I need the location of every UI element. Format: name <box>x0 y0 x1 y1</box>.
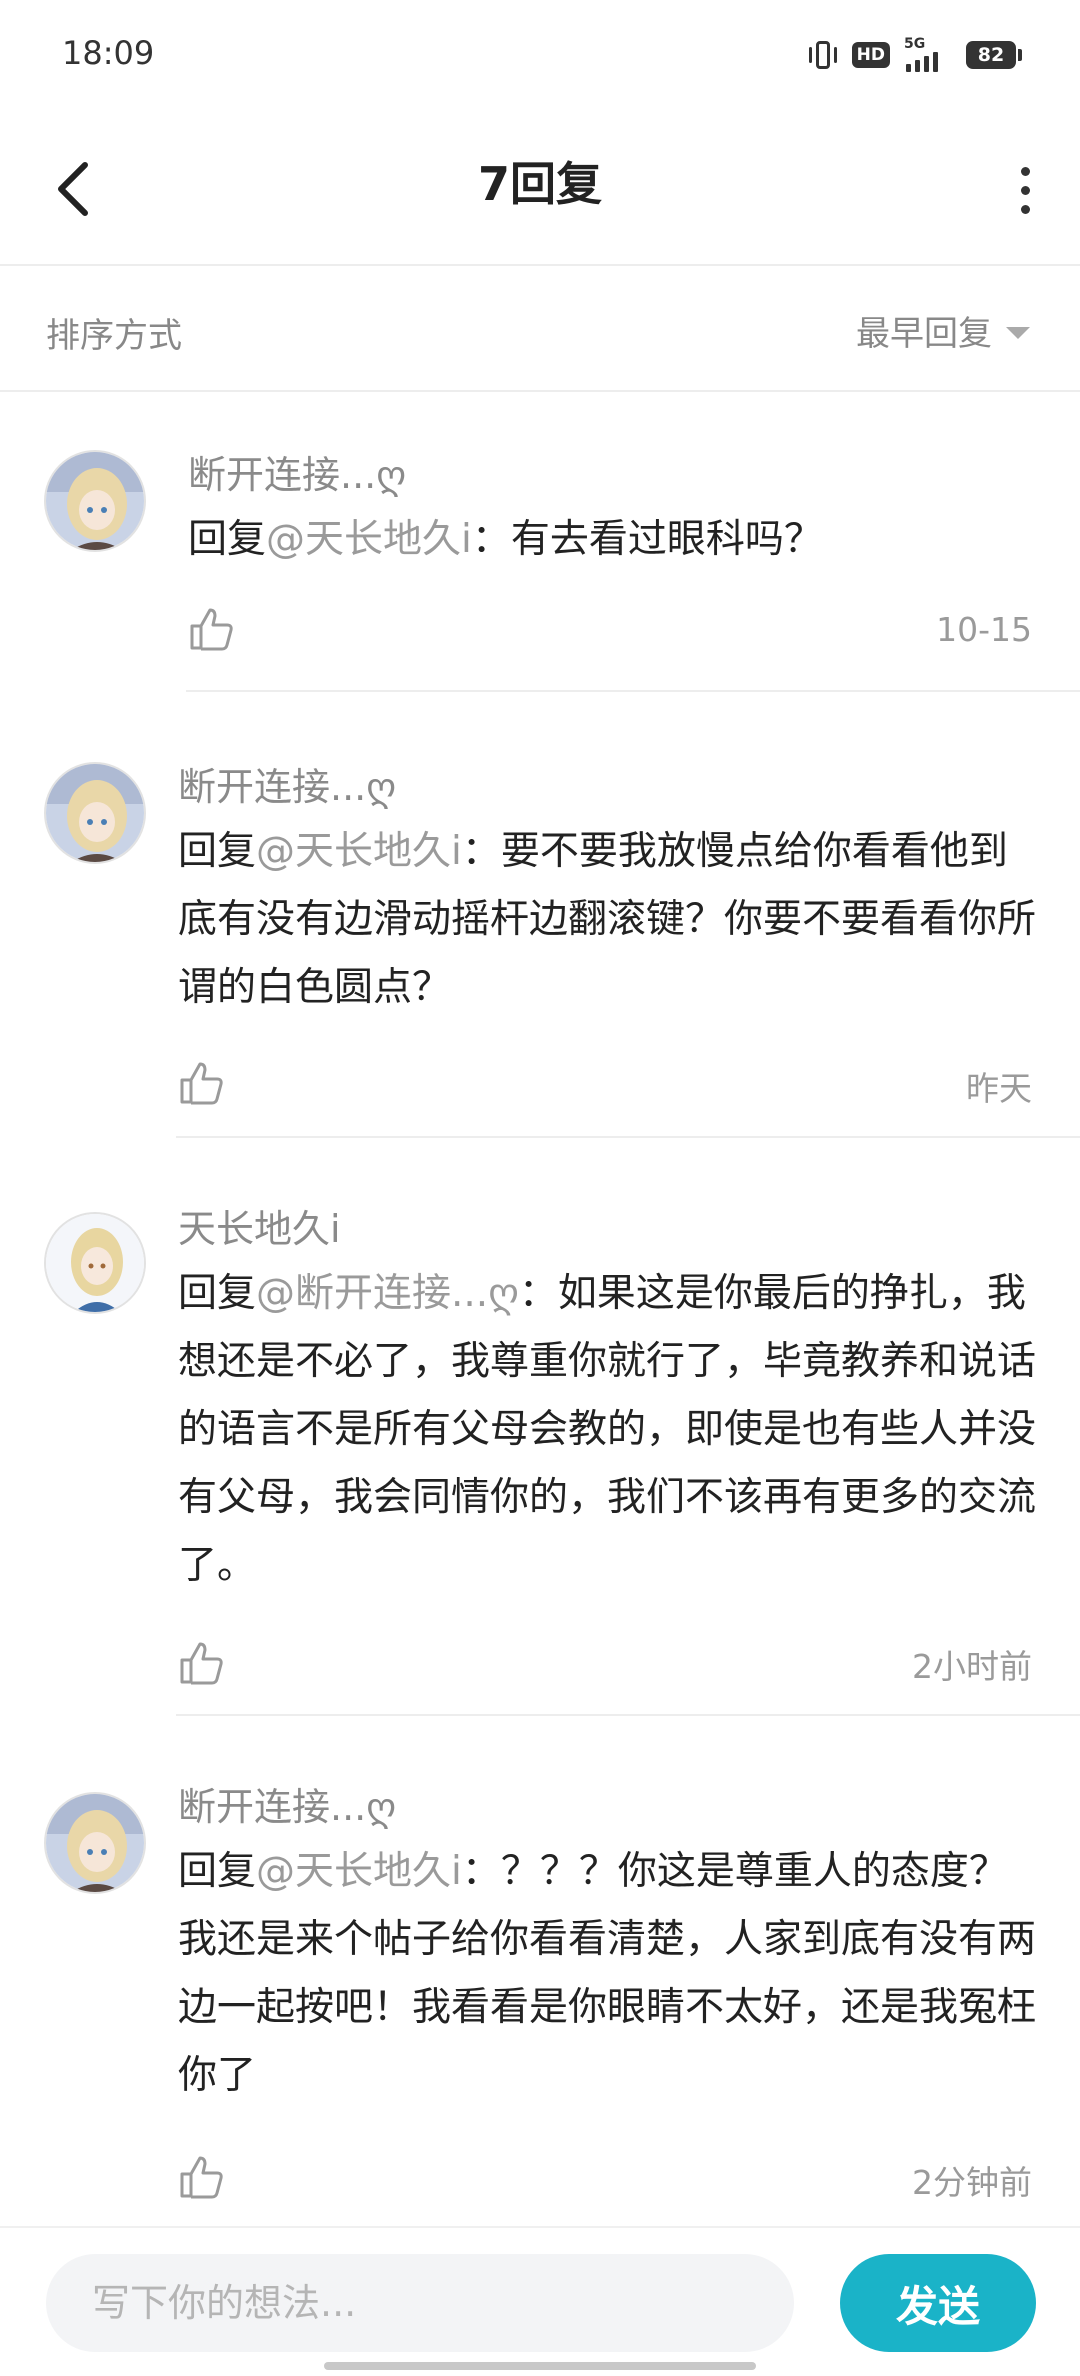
sort-selected-value: 最早回复 <box>856 314 992 354</box>
comment-body: 回复@断开连接...ღ：如果这是你最后的挣扎，我想还是不必了，我尊重你就行了，毕… <box>178 1260 1038 1600</box>
reply-prefix: 回复 <box>178 829 257 874</box>
home-indicator[interactable] <box>324 2362 756 2370</box>
status-time: 18:09 <box>62 34 155 72</box>
avatar[interactable] <box>44 1792 146 1894</box>
comment-body: 回复@天长地久i：有去看过眼科吗？ <box>188 506 1038 574</box>
thumbs-up-icon[interactable] <box>176 1058 226 1108</box>
avatar[interactable] <box>44 1212 146 1314</box>
avatar[interactable] <box>44 762 146 864</box>
comment-text: ：如果这是你最后的挣扎，我想还是不必了，我尊重你就行了，毕竟教养和说话的语言不是… <box>178 1271 1037 1588</box>
comment-composer: 发送 <box>0 2226 1080 2376</box>
comment-author[interactable]: 天长地久i <box>178 1198 341 1253</box>
header: 7回复 <box>0 110 1080 266</box>
status-icons: HD 5G 82 <box>808 36 1022 72</box>
comment-time: 昨天 <box>966 1069 1032 1108</box>
divider <box>186 690 1080 692</box>
page-title: 7回复 <box>477 157 602 211</box>
hd-icon: HD <box>851 42 890 68</box>
thumbs-up-icon[interactable] <box>176 1638 226 1688</box>
reply-prefix: 回复 <box>188 517 267 562</box>
comment-time: 2小时前 <box>912 1647 1032 1686</box>
send-button[interactable]: 发送 <box>840 2254 1036 2352</box>
avatar-image <box>46 452 144 550</box>
comment-item: 断开连接...ღ 回复@天长地久i：有去看过眼科吗？ 10-15 <box>0 440 1080 696</box>
more-dot-icon <box>1020 204 1030 214</box>
comment-body: 回复@天长地久i：？？？你这是尊重人的态度？我还是来个帖子给你看看清楚，人家到底… <box>178 1838 1038 2110</box>
sort-bar: 排序方式 最早回复 <box>0 268 1080 392</box>
comment-author[interactable]: 断开连接...ღ <box>178 1776 396 1831</box>
thumbs-up-icon[interactable] <box>186 604 236 654</box>
reply-prefix: 回复 <box>178 1849 257 1894</box>
comment-item: 天长地久i 回复@断开连接...ღ：如果这是你最后的挣扎，我想还是不必了，我尊重… <box>0 1194 1080 1716</box>
divider <box>176 1136 1080 1138</box>
vibrate-icon <box>808 39 838 71</box>
mention-link[interactable]: @断开连接...ღ <box>256 1271 519 1316</box>
status-bar: 18:09 HD 5G 82 <box>0 0 1080 110</box>
mention-link[interactable]: @天长地久i <box>256 829 462 874</box>
comment-time: 10-15 <box>936 610 1032 649</box>
mention-link[interactable]: @天长地久i <box>266 517 472 562</box>
avatar-image <box>46 1214 144 1312</box>
divider <box>176 1714 1080 1716</box>
avatar-image <box>46 764 144 862</box>
comment-input[interactable] <box>46 2254 794 2352</box>
comment-body: 回复@天长地久i：要不要我放慢点给你看看他到底有没有边滑动摇杆边翻滚键？你要不要… <box>178 818 1038 1022</box>
more-options-button[interactable] <box>990 152 1060 228</box>
comment-author[interactable]: 断开连接...ღ <box>178 756 396 811</box>
avatar[interactable] <box>44 450 146 552</box>
comment-item: 断开连接...ღ 回复@天长地久i：要不要我放慢点给你看看他到底有没有边滑动摇杆… <box>0 750 1080 1140</box>
caret-down-icon <box>1006 326 1030 339</box>
more-dot-icon <box>1020 166 1030 176</box>
comment-author[interactable]: 断开连接...ღ <box>188 444 406 499</box>
screen: 18:09 HD 5G 82 7回复 排序方式 最早回复 断开连接...ღ 回复… <box>0 0 1080 2376</box>
sort-label: 排序方式 <box>46 316 182 356</box>
comment-item: 断开连接...ღ 回复@天长地久i：？？？你这是尊重人的态度？我还是来个帖子给你… <box>0 1776 1080 2216</box>
network-type: 5G <box>904 36 926 52</box>
battery-icon: 82 <box>966 41 1022 69</box>
sort-dropdown[interactable]: 最早回复 <box>856 306 1030 355</box>
comment-text: ：有去看过眼科吗？ <box>471 517 823 562</box>
comment-time: 2分钟前 <box>912 2163 1032 2202</box>
thumbs-up-icon[interactable] <box>176 2152 226 2202</box>
more-dot-icon <box>1020 185 1030 195</box>
avatar-image <box>46 1794 144 1892</box>
mention-link[interactable]: @天长地久i <box>256 1849 462 1894</box>
battery-level: 82 <box>966 41 1016 69</box>
reply-prefix: 回复 <box>178 1271 257 1316</box>
signal-icon: 5G <box>904 36 952 72</box>
